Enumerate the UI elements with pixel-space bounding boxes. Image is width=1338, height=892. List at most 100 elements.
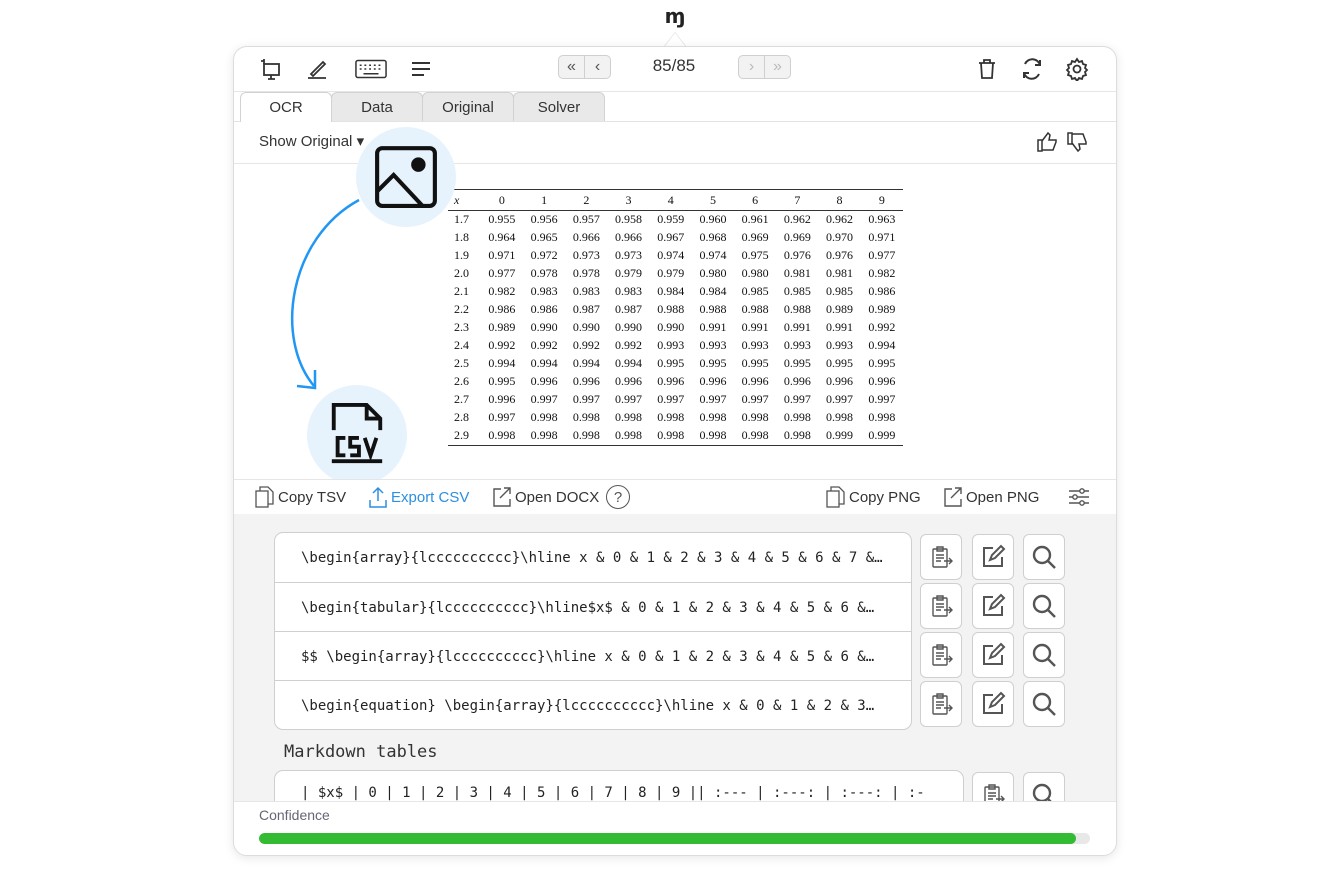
table-header-cell: 2 xyxy=(565,189,608,211)
tab-original[interactable]: Original xyxy=(422,92,514,121)
table-cell: 0.997 xyxy=(615,392,643,406)
confidence-bar-fill xyxy=(259,833,1076,844)
table-cell: 0.993 xyxy=(741,338,769,352)
next-page-button[interactable]: › xyxy=(739,56,764,78)
table-cell: 0.994 xyxy=(615,356,643,370)
table-cell: 0.981 xyxy=(783,266,811,280)
last-page-button[interactable]: » xyxy=(764,56,790,78)
result-row[interactable]: \begin{equation} \begin{array}{lcccccccc… xyxy=(275,680,911,730)
table-cell: 0.986 xyxy=(530,302,558,316)
app-logo: ɱ xyxy=(664,4,686,28)
table-cell: 0.998 xyxy=(734,427,777,446)
result-row[interactable]: \begin{array}{lcccccccccc}\hline x & 0 &… xyxy=(275,533,911,582)
edit-result-button[interactable] xyxy=(972,681,1014,727)
thumbs-down-icon[interactable] xyxy=(1066,130,1090,154)
table-cell: 0.973 xyxy=(572,248,600,262)
search-result-button[interactable] xyxy=(1023,534,1065,580)
edit-icon xyxy=(983,593,1006,616)
show-original-dropdown[interactable]: Show Original ▾ xyxy=(259,132,364,150)
table-cell: 0.990 xyxy=(572,320,600,334)
table-cell: 0.989 xyxy=(868,302,896,316)
copy-result-button[interactable] xyxy=(920,534,962,580)
result-row[interactable]: \begin{tabular}{lcccccccccc}\hline$x$ & … xyxy=(275,582,911,632)
table-row: 1.9 0.971 0.972 0.973 0.973 0.974 0.974 0.975 0.… xyxy=(448,247,903,265)
copy-result-button[interactable] xyxy=(920,681,962,727)
table-cell: 0.957 xyxy=(572,212,600,226)
result-text: \begin{equation} \begin{array}{lcccccccc… xyxy=(301,697,875,714)
text-lines-icon[interactable] xyxy=(408,56,434,82)
trash-icon[interactable] xyxy=(974,56,1000,82)
search-result-button[interactable] xyxy=(1023,632,1065,678)
search-result-button[interactable] xyxy=(1023,681,1065,727)
copy-result-button[interactable] xyxy=(920,583,962,629)
table-cell: 2.4 xyxy=(454,338,469,352)
edit-result-button[interactable] xyxy=(972,534,1014,580)
table-cell: 0.983 xyxy=(615,284,643,298)
markdown-result-text[interactable]: | $x$ | 0 | 1 | 2 | 3 | 4 | 5 | 6 | 7 | … xyxy=(301,785,925,801)
table-cell: 0.969 xyxy=(783,230,811,244)
table-cell: 0.992 xyxy=(488,338,516,352)
prev-page-button[interactable]: ‹ xyxy=(584,56,610,78)
nav-forward-group: › » xyxy=(738,55,791,79)
table-cell: 0.979 xyxy=(657,266,685,280)
clipboard-icon xyxy=(932,644,953,666)
search-result-button[interactable] xyxy=(1023,583,1065,629)
table-cell: 0.995 xyxy=(699,356,727,370)
refresh-icon[interactable] xyxy=(1019,56,1045,82)
table-cell: 0.996 xyxy=(826,374,854,388)
screenshot-icon[interactable] xyxy=(258,56,284,82)
table-cell: 0.995 xyxy=(741,356,769,370)
upload-icon xyxy=(369,486,387,508)
thumbs-up-icon[interactable] xyxy=(1036,130,1060,154)
edit-icon xyxy=(983,642,1006,665)
sliders-icon[interactable] xyxy=(1067,486,1094,508)
table-cell: 2.8 xyxy=(454,410,469,424)
help-button[interactable]: ? xyxy=(606,485,630,509)
table-cell: 0.989 xyxy=(826,302,854,316)
open-png-button[interactable]: Open PNG xyxy=(943,486,1039,508)
tab-ocr[interactable]: OCR xyxy=(240,92,332,122)
handwriting-icon[interactable] xyxy=(304,56,330,82)
result-text: $$ \begin{array}{lcccccccccc}\hline x & … xyxy=(301,648,875,665)
table-cell: 0.973 xyxy=(615,248,643,262)
open-docx-button[interactable]: Open DOCX xyxy=(492,486,599,508)
keyboard-icon[interactable] xyxy=(354,56,388,82)
edit-result-button[interactable] xyxy=(972,632,1014,678)
tab-solver[interactable]: Solver xyxy=(513,92,605,121)
edit-result-button[interactable] xyxy=(972,583,1014,629)
search-markdown-button[interactable] xyxy=(1023,772,1065,801)
table-cell: 0.977 xyxy=(868,248,896,262)
result-row[interactable]: $$ \begin{array}{lcccccccccc}\hline x & … xyxy=(275,631,911,681)
tab-data[interactable]: Data xyxy=(331,92,423,121)
table-cell: 0.985 xyxy=(783,284,811,298)
table-row: 2.9 0.998 0.998 0.998 0.998 0.998 0.998 0.998 0.… xyxy=(448,427,903,446)
table-cell: 1.8 xyxy=(454,230,469,244)
table-cell: 0.997 xyxy=(657,392,685,406)
table-cell: 0.998 xyxy=(523,427,566,446)
copy-markdown-button[interactable] xyxy=(972,772,1014,801)
table-cell: 0.992 xyxy=(615,338,643,352)
table-header-cell: 3 xyxy=(607,189,650,211)
table-row: 2.6 0.995 0.996 0.996 0.996 0.996 0.996 0.996 0.… xyxy=(448,373,903,391)
table-cell: 2.0 xyxy=(454,266,469,280)
csv-file-icon xyxy=(331,403,383,464)
open-docx-label: Open DOCX xyxy=(515,488,600,506)
edit-icon xyxy=(983,544,1006,567)
table-cell: 0.996 xyxy=(530,374,558,388)
table-cell: 0.996 xyxy=(783,374,811,388)
copy-png-button[interactable]: Copy PNG xyxy=(826,486,921,508)
table-cell: 2.5 xyxy=(454,356,469,370)
copy-tsv-label: Copy TSV xyxy=(278,488,347,506)
copy-result-button[interactable] xyxy=(920,632,962,678)
csv-badge xyxy=(307,385,407,485)
gear-icon[interactable] xyxy=(1064,56,1090,82)
nav-back-group: « ‹ xyxy=(558,55,611,79)
table-cell: 0.965 xyxy=(530,230,558,244)
copy-tsv-button[interactable]: Copy TSV xyxy=(255,486,346,508)
table-header-cell: 0 xyxy=(480,189,524,211)
clipboard-icon xyxy=(932,693,953,715)
first-page-button[interactable]: « xyxy=(559,56,584,78)
export-csv-label: Export CSV xyxy=(391,488,470,506)
export-csv-button[interactable]: Export CSV xyxy=(368,486,469,508)
table-cell: 0.985 xyxy=(826,284,854,298)
